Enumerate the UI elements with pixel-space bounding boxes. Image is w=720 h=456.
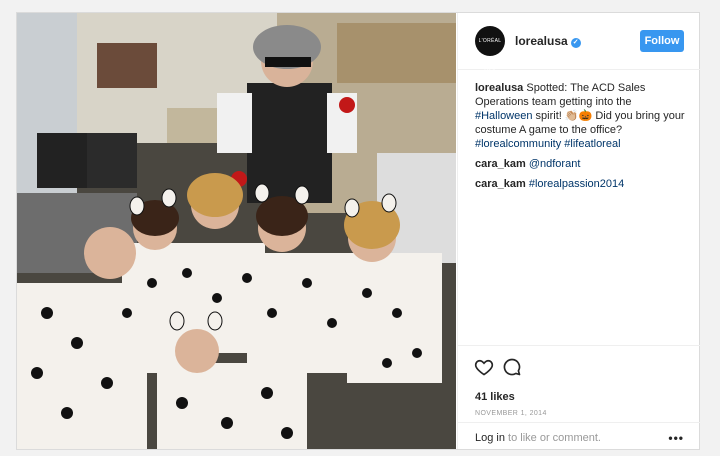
caption: lorealusa Spotted: The ACD Sales Operati… [475, 81, 687, 151]
post-actions: 41 likes NOVEMBER 1, 2014 Log in to like… [458, 345, 700, 450]
post-sidebar: L'ORÉAL USA lorealusa ✓ Follow lorealusa … [457, 13, 700, 449]
post-date: NOVEMBER 1, 2014 [475, 410, 547, 417]
login-link[interactable]: Log in [475, 432, 505, 444]
comment-item: cara_kam #lorealpassion2014 [475, 177, 687, 191]
login-bar: Log in to like or comment. ••• [458, 422, 700, 451]
comment-item: cara_kam @ndforant [475, 157, 687, 171]
comment-icon[interactable] [502, 357, 522, 377]
verified-icon: ✓ [570, 38, 581, 48]
comments-list: lorealusa Spotted: The ACD Sales Operati… [475, 81, 687, 197]
hashtag-halloween[interactable]: #Halloween [475, 110, 532, 122]
post-card: L'ORÉAL USA lorealusa ✓ Follow lorealusa … [16, 12, 700, 450]
hashtag-lifeatloreal[interactable]: #lifeatloreal [564, 138, 620, 150]
caption-username[interactable]: lorealusa [475, 82, 523, 94]
login-rest: to like or comment. [504, 432, 601, 444]
login-prompt: Log in to like or comment. [475, 432, 601, 444]
comment-text[interactable]: #lorealpassion2014 [529, 178, 624, 190]
office-photo [17, 13, 456, 449]
post-header: L'ORÉAL USA lorealusa ✓ Follow [458, 13, 700, 74]
avatar[interactable]: L'ORÉAL USA [475, 26, 505, 74]
username-text[interactable]: lorealusa [515, 34, 568, 48]
username[interactable]: lorealusa ✓ [515, 34, 581, 48]
heart-icon[interactable] [474, 357, 494, 377]
more-icon[interactable]: ••• [668, 431, 684, 445]
comment-username[interactable]: cara_kam [475, 178, 526, 190]
follow-button[interactable]: Follow [640, 30, 684, 52]
comment-text[interactable]: @ndforant [529, 158, 581, 170]
post-photo[interactable] [17, 13, 456, 449]
likes-count[interactable]: 41 likes [475, 391, 515, 403]
comment-username[interactable]: cara_kam [475, 158, 526, 170]
hashtag-lorealcommunity[interactable]: #lorealcommunity [475, 138, 561, 150]
